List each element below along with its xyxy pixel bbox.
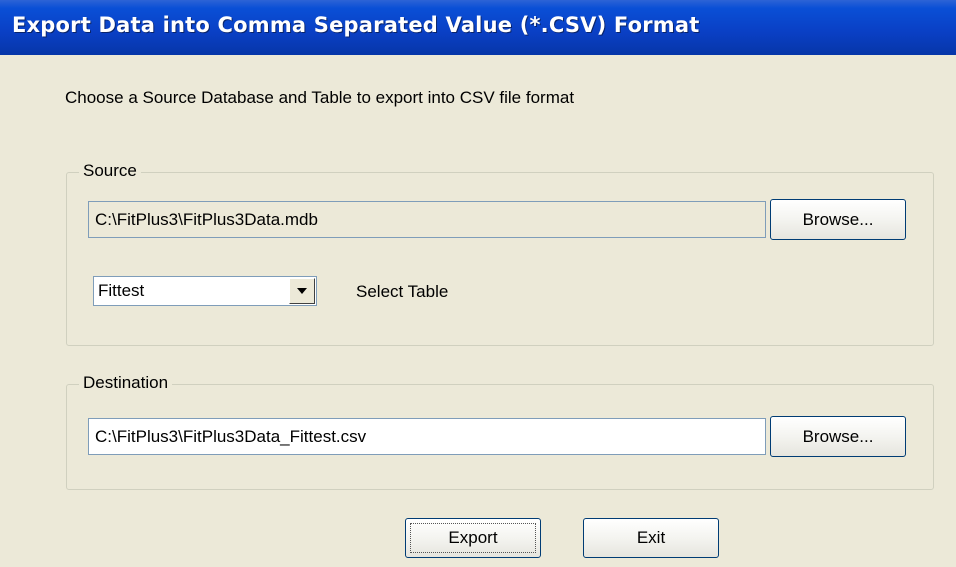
destination-browse-button[interactable]: Browse... xyxy=(770,416,906,457)
source-group-label: Source xyxy=(79,161,141,181)
window-title: Export Data into Comma Separated Value (… xyxy=(12,13,700,37)
source-path-field[interactable]: C:\FitPlus3\FitPlus3Data.mdb xyxy=(88,201,766,238)
destination-path-input[interactable]: C:\FitPlus3\FitPlus3Data_Fittest.csv xyxy=(88,418,766,455)
table-select[interactable]: Fittest xyxy=(93,276,317,306)
export-button[interactable]: Export xyxy=(405,518,541,558)
destination-group-label: Destination xyxy=(79,373,173,393)
title-bar[interactable]: Export Data into Comma Separated Value (… xyxy=(0,0,956,55)
table-select-dropdown-button[interactable] xyxy=(289,278,315,304)
instruction-text: Choose a Source Database and Table to ex… xyxy=(65,88,575,107)
chevron-down-icon xyxy=(297,288,307,294)
source-browse-button[interactable]: Browse... xyxy=(770,199,906,240)
select-table-label: Select Table xyxy=(356,282,449,301)
table-select-value: Fittest xyxy=(98,281,145,300)
export-csv-dialog: Export Data into Comma Separated Value (… xyxy=(0,0,956,567)
exit-button[interactable]: Exit xyxy=(583,518,719,558)
